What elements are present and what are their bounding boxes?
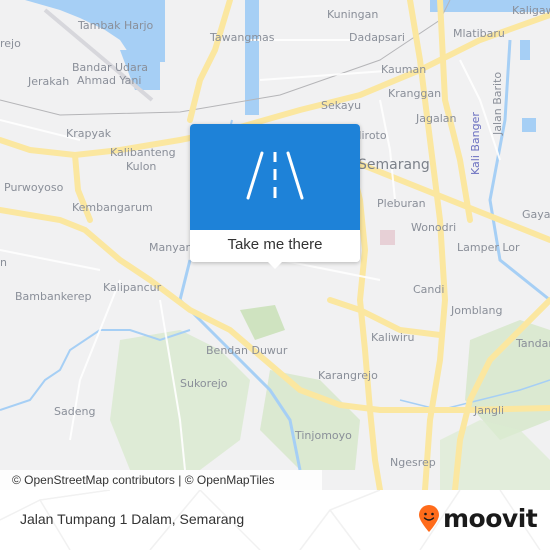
place-label: Krapyak (66, 127, 112, 140)
moovit-logo[interactable]: moovit (418, 504, 538, 534)
place-label: Jangli (474, 404, 505, 417)
place-label: Tinjomoyo (295, 429, 352, 442)
take-me-there-button[interactable]: Take me there (190, 230, 360, 262)
place-label: Kembangarum (72, 201, 153, 214)
place-label: Kaliwiru (371, 331, 415, 344)
place-label: Bandar Udara (72, 61, 149, 74)
place-label: Bendan Duwur (206, 344, 288, 357)
place-label: Tawangmas (210, 31, 275, 44)
place-label: Tandang (516, 337, 550, 350)
place-label: Sukorejo (180, 377, 228, 390)
place-label: n (0, 256, 7, 269)
moovit-wordmark: moovit (443, 504, 538, 533)
place-label: Ahmad Yani (77, 74, 142, 87)
place-label: Kranggan (388, 87, 442, 100)
place-label: Purwoyoso (4, 181, 64, 194)
popup-pointer (267, 261, 283, 269)
street-label: Jalan Barito (491, 71, 504, 135)
place-label: Kulon (126, 160, 157, 173)
place-label: Gayam (522, 208, 550, 221)
place-label: Pleburan (377, 197, 426, 210)
place-label: Wonodri (411, 221, 457, 234)
place-label: Jagalan (416, 112, 457, 125)
place-label: Sekayu (321, 99, 362, 112)
water-label: Kali Banger (469, 112, 482, 175)
location-address: Jalan Tumpang 1 Dalam, Semarang (20, 511, 245, 527)
place-label: Karangrejo (318, 369, 378, 382)
map[interactable]: Tambak Harjo rejo Bandar Udara Ahmad Yan… (0, 0, 550, 490)
road-icon (246, 151, 304, 200)
moovit-pin-icon (419, 505, 439, 532)
place-label: Kaligawe (512, 4, 550, 17)
place-label: Lamper Lor (457, 241, 520, 254)
place-label: Dadapsari (349, 31, 405, 44)
place-label: Ngesrep (390, 456, 436, 469)
place-label: Manyar (149, 241, 190, 254)
map-attribution[interactable]: © OpenStreetMap contributors | © OpenMap… (0, 470, 322, 490)
place-label: Jerakah (28, 75, 70, 88)
place-label: Semarang (358, 157, 430, 173)
place-label: Bambankerep (15, 290, 92, 303)
place-label: Kuningan (327, 8, 379, 21)
place-label: Kauman (381, 63, 427, 76)
place-label: Kalipancur (103, 281, 162, 294)
popup-icon-area[interactable] (190, 124, 360, 230)
place-label: Sadeng (54, 405, 96, 418)
place-label: Tambak Harjo (78, 19, 154, 32)
take-me-there-popup[interactable]: Take me there (190, 124, 360, 269)
place-label: rejo (0, 37, 21, 50)
place-label: Candi (413, 283, 445, 296)
place-label: Kalibanteng (110, 146, 176, 159)
place-label: Mlatibaru (453, 27, 505, 40)
place-label: Jomblang (451, 304, 503, 317)
